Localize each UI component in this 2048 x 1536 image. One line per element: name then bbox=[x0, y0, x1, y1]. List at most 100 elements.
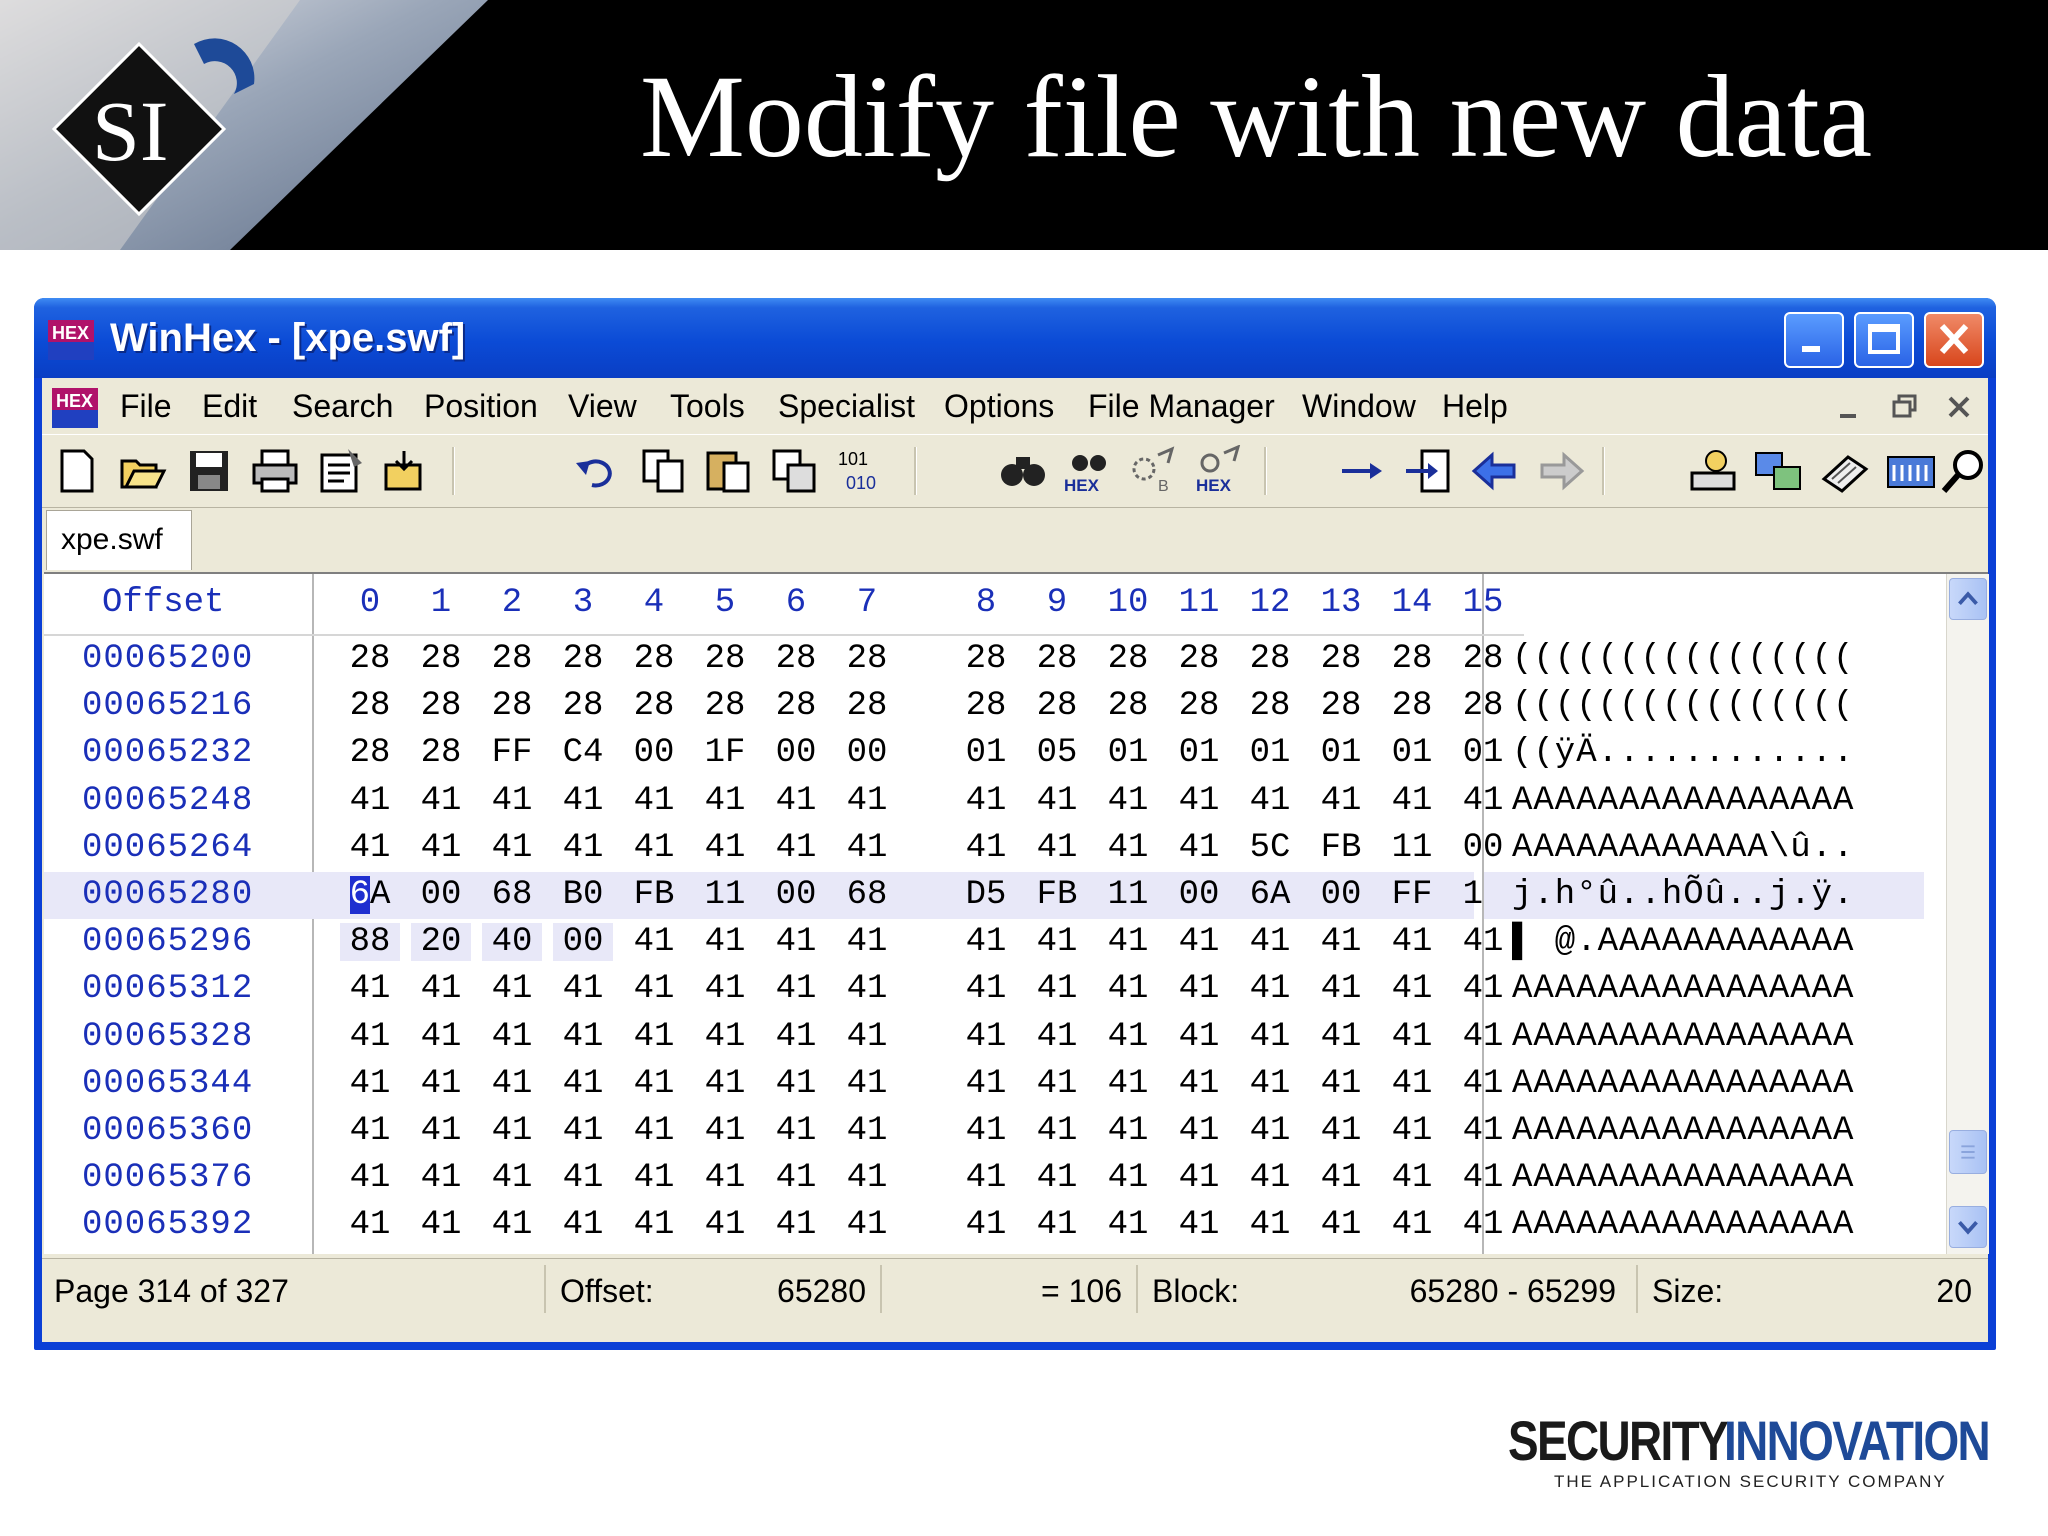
hex-byte-cell[interactable]: 41 bbox=[695, 782, 755, 820]
hex-byte-cell[interactable]: 41 bbox=[1098, 1018, 1158, 1056]
hex-byte-cell[interactable]: 28 bbox=[411, 640, 471, 678]
hex-byte-cell[interactable]: 41 bbox=[956, 1018, 1016, 1056]
properties-icon[interactable] bbox=[314, 445, 368, 497]
menu-file[interactable]: File bbox=[120, 388, 172, 425]
table-row[interactable]: 00065264 41 41 41 41 41 41 41 41 41 41 41 41 5C FB 11 00 bbox=[44, 825, 1503, 872]
hex-byte-cell[interactable]: 41 bbox=[340, 1206, 400, 1244]
hex-byte-cell[interactable]: 41 bbox=[1098, 829, 1158, 867]
hex-byte-cell[interactable]: 41 bbox=[766, 782, 826, 820]
hex-byte-cell[interactable]: 41 bbox=[553, 970, 613, 1008]
hex-byte-cell[interactable]: 41 bbox=[1311, 1018, 1371, 1056]
row-offset[interactable]: 00065264 bbox=[82, 829, 253, 867]
minimize-button[interactable] bbox=[1784, 312, 1844, 368]
hex-byte-cell[interactable]: 41 bbox=[553, 1159, 613, 1197]
ascii-text[interactable]: AAAAAAAAAAAAAAAA bbox=[1512, 1018, 1854, 1056]
hex-byte-cell[interactable]: 28 bbox=[766, 640, 826, 678]
hex-byte-cell[interactable]: 41 bbox=[1027, 1018, 1087, 1056]
hex-byte-cell[interactable]: 00 bbox=[624, 734, 684, 772]
hex-byte-cell[interactable]: 41 bbox=[1169, 829, 1229, 867]
scroll-up-button[interactable] bbox=[1949, 578, 1987, 620]
hex-byte-cell[interactable]: 41 bbox=[1311, 1206, 1371, 1244]
hex-byte-cell[interactable]: 41 bbox=[411, 1112, 471, 1150]
hex-byte-cell[interactable]: 41 bbox=[553, 829, 613, 867]
undo-icon[interactable] bbox=[570, 445, 624, 497]
hex-byte-cell[interactable]: 41 bbox=[1169, 1159, 1229, 1197]
hex-byte-cell[interactable]: 41 bbox=[340, 1112, 400, 1150]
hex-byte-cell[interactable]: 01 bbox=[1311, 734, 1371, 772]
find-text-icon[interactable] bbox=[996, 445, 1050, 497]
hex-byte-cell[interactable]: 41 bbox=[1169, 1018, 1229, 1056]
row-offset[interactable]: 00065344 bbox=[82, 1065, 253, 1103]
hex-byte-cell[interactable]: 00 bbox=[1311, 876, 1371, 914]
status-offset-panel[interactable]: Offset: 65280 bbox=[546, 1265, 882, 1313]
hex-byte-cell[interactable]: 28 bbox=[837, 640, 897, 678]
menu-edit[interactable]: Edit bbox=[202, 388, 257, 425]
hex-byte-cell[interactable]: 41 bbox=[411, 970, 471, 1008]
row-offset[interactable]: 00065312 bbox=[82, 970, 253, 1008]
hex-byte-cell[interactable]: 41 bbox=[1098, 1159, 1158, 1197]
hex-byte-cell[interactable]: 41 bbox=[766, 829, 826, 867]
hex-byte-cell[interactable]: 41 bbox=[956, 829, 1016, 867]
hex-byte-cell[interactable]: 41 bbox=[553, 1206, 613, 1244]
row-offset[interactable]: 00065248 bbox=[82, 782, 253, 820]
hex-byte-cell[interactable]: 41 bbox=[766, 1065, 826, 1103]
hex-editor-grid[interactable]: Offset 0 1 2 3 4 5 6 7 8 9 10 11 12 13 14 15 00065200 28… bbox=[44, 572, 1989, 1254]
hex-byte-cell[interactable]: 00 bbox=[1169, 876, 1229, 914]
hex-byte-cell[interactable]: 41 bbox=[1169, 970, 1229, 1008]
hex-byte-cell[interactable]: 28 bbox=[411, 734, 471, 772]
hex-byte-cell[interactable]: 41 bbox=[1027, 1065, 1087, 1103]
table-row[interactable]: 00065200 28 28 28 28 28 28 28 28 28 28 28 28 28 28 28 28 bbox=[44, 636, 1503, 683]
hex-byte-cell[interactable]: 28 bbox=[956, 687, 1016, 725]
table-row[interactable]: 00065328 41 41 41 41 41 41 41 41 41 41 41 41 41 41 41 41 bbox=[44, 1014, 1503, 1061]
table-row[interactable]: 00065216 28 28 28 28 28 28 28 28 28 28 28 28 28 28 28 28 bbox=[44, 683, 1503, 730]
status-block-panel[interactable]: Block: 65280 - 65299 bbox=[1138, 1265, 1638, 1313]
goto-offset-icon[interactable] bbox=[1336, 445, 1390, 497]
hex-byte-cell[interactable]: 28 bbox=[695, 640, 755, 678]
hex-byte-cell[interactable]: 41 bbox=[956, 1112, 1016, 1150]
hex-byte-cell[interactable]: 41 bbox=[1098, 970, 1158, 1008]
hex-byte-cell[interactable]: 41 bbox=[340, 1159, 400, 1197]
ascii-text[interactable]: AAAAAAAAAAAAAAAA bbox=[1512, 1112, 1854, 1150]
hex-byte-cell[interactable]: 11 bbox=[1098, 876, 1158, 914]
hex-byte-cell[interactable]: 41 bbox=[766, 1159, 826, 1197]
hex-byte-cell[interactable]: 28 bbox=[1169, 640, 1229, 678]
hex-byte-cell[interactable]: 41 bbox=[482, 1112, 542, 1150]
menu-help[interactable]: Help bbox=[1442, 388, 1508, 425]
hex-byte-cell[interactable]: 41 bbox=[624, 1159, 684, 1197]
paste-block-icon[interactable] bbox=[768, 445, 822, 497]
hex-byte-cell[interactable]: 41 bbox=[1027, 782, 1087, 820]
hex-byte-cell[interactable]: 41 bbox=[1240, 1206, 1300, 1244]
row-offset[interactable]: 00065296 bbox=[82, 923, 253, 961]
hex-byte-cell[interactable]: 41 bbox=[1240, 923, 1300, 961]
hex-byte-cell[interactable]: 41 bbox=[956, 923, 1016, 961]
search-magnifier-icon[interactable] bbox=[1938, 445, 1992, 497]
hex-byte-cell[interactable]: 41 bbox=[956, 970, 1016, 1008]
hex-byte-cell[interactable]: 28 bbox=[1098, 640, 1158, 678]
menu-options[interactable]: Options bbox=[944, 388, 1054, 425]
hex-byte-cell[interactable]: 41 bbox=[482, 970, 542, 1008]
ram-editor-icon[interactable] bbox=[1752, 445, 1806, 497]
hex-byte-cell[interactable]: 41 bbox=[695, 970, 755, 1008]
hex-byte-cell[interactable]: 41 bbox=[411, 1206, 471, 1244]
hex-byte-cell[interactable]: 41 bbox=[1311, 1112, 1371, 1150]
hex-byte-cell[interactable]: 28 bbox=[1098, 687, 1158, 725]
hex-byte-cell[interactable]: FB bbox=[1027, 876, 1087, 914]
hex-byte-cell[interactable]: 41 bbox=[1027, 970, 1087, 1008]
close-button[interactable] bbox=[1924, 312, 1984, 368]
hex-byte-cell[interactable]: 41 bbox=[624, 1018, 684, 1056]
menu-position[interactable]: Position bbox=[424, 388, 538, 425]
hex-byte-cell[interactable]: 41 bbox=[1098, 782, 1158, 820]
hex-byte-cell[interactable]: 41 bbox=[1240, 1065, 1300, 1103]
hex-byte-cell[interactable]: 41 bbox=[1382, 1206, 1442, 1244]
ascii-text[interactable]: ((ÿÄ............ bbox=[1512, 734, 1854, 772]
hex-byte-cell[interactable]: 28 bbox=[1027, 640, 1087, 678]
hex-byte-cell[interactable]: 41 bbox=[1311, 923, 1371, 961]
replace-hex-icon[interactable]: HEX bbox=[1194, 444, 1248, 497]
hex-byte-cell[interactable]: 41 bbox=[1027, 829, 1087, 867]
hex-byte-cell[interactable]: 41 bbox=[1240, 970, 1300, 1008]
goto-sector-icon[interactable] bbox=[1402, 445, 1456, 497]
hex-byte-cell[interactable]: 41 bbox=[482, 1018, 542, 1056]
hex-byte-cell[interactable]: 41 bbox=[766, 1018, 826, 1056]
hex-byte-cell[interactable]: 41 bbox=[411, 829, 471, 867]
hex-byte-cell[interactable]: 41 bbox=[553, 1065, 613, 1103]
